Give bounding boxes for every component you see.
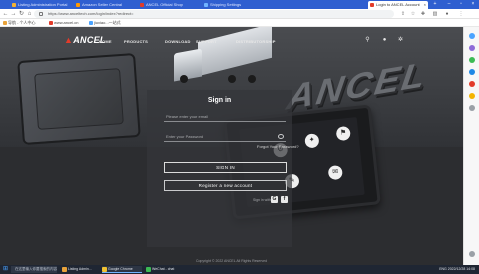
bookmark-icon xyxy=(89,21,93,25)
signin-panel: Sign in Forgot Your Password? SIGN IN Re… xyxy=(147,90,299,247)
profile-icon[interactable]: ● xyxy=(444,11,450,17)
browser-tab[interactable]: ANCEL Official Shop xyxy=(138,1,200,9)
tab-label: Login to ANCEL Account xyxy=(376,2,420,7)
browser-window: Listing Administration Portal Amazon Sel… xyxy=(0,0,479,274)
chrome-icon xyxy=(102,267,107,272)
browser-tab[interactable]: Amazon Seller Central xyxy=(74,1,136,9)
taskbar-app-label: WeChat - chat xyxy=(152,267,175,271)
back-icon[interactable]: ← xyxy=(2,10,9,18)
google-signin-icon[interactable]: G xyxy=(271,196,278,203)
favicon-icon xyxy=(12,3,16,7)
taskbar-app-label: Google Chrome xyxy=(108,267,133,271)
home-icon[interactable]: ⌂ xyxy=(26,10,33,18)
tab-label: Amazon Seller Central xyxy=(82,2,123,7)
sidebar-shopping-icon[interactable] xyxy=(469,45,475,51)
star-icon[interactable]: ☆ xyxy=(410,11,416,17)
browser-tab-active[interactable]: Login to ANCEL Account × xyxy=(368,1,428,9)
register-button[interactable]: Register a new account xyxy=(164,180,287,191)
bookmark-label: www.ancel.cn xyxy=(54,20,79,25)
url-text: https://www.anceltech.com/login/index?re… xyxy=(48,11,134,16)
new-tab-button[interactable]: + xyxy=(429,0,441,9)
app-icon: ✦ xyxy=(304,133,320,149)
footer-copyright: Copyright © 2022 ANCEL All Rights Reserv… xyxy=(195,259,268,263)
sidebar-office-icon[interactable] xyxy=(469,81,475,87)
browser-tab[interactable]: Listing Administration Portal xyxy=(10,1,72,9)
close-window-button[interactable]: × xyxy=(467,0,479,9)
windows-start-icon[interactable]: ⊞ xyxy=(2,266,9,273)
wechat-icon xyxy=(146,267,151,272)
password-field[interactable] xyxy=(164,132,286,142)
sidebar-settings-icon[interactable] xyxy=(469,251,475,257)
nav-download[interactable]: DOWNLOAD xyxy=(165,39,191,44)
lock-icon xyxy=(39,12,43,16)
social-signin-label: Sign in with: xyxy=(253,198,272,202)
bookmark-item[interactable]: jiuxiao...一站式 xyxy=(88,20,121,26)
bookmark-label: jiuxiao...一站式 xyxy=(94,20,121,25)
extension-icon[interactable]: ✚ xyxy=(420,11,426,17)
app-icon xyxy=(62,267,67,272)
favicon-icon xyxy=(370,3,374,7)
forward-icon[interactable]: → xyxy=(10,10,17,18)
password-input[interactable] xyxy=(166,132,286,141)
app-icon: ✉ xyxy=(327,164,343,181)
nav-distributorship[interactable]: DISTRIBUTORSHIP xyxy=(236,39,276,44)
favicon-icon xyxy=(140,3,144,7)
url-field[interactable]: https://www.anceltech.com/login/index?re… xyxy=(34,10,394,18)
show-password-icon[interactable] xyxy=(278,134,284,139)
browser-sidebar xyxy=(463,27,479,265)
sidebar-games-icon[interactable] xyxy=(469,69,475,75)
facebook-signin-icon[interactable]: f xyxy=(281,196,288,203)
app-icon: ⚑ xyxy=(335,125,351,142)
share-icon[interactable]: ⇪ xyxy=(400,11,406,17)
nav-home[interactable]: HOME xyxy=(99,39,112,44)
browser-tab[interactable]: Shipping Settings xyxy=(202,1,264,9)
logo-mark: ▲ xyxy=(64,35,74,45)
sidebar-add-icon[interactable] xyxy=(469,105,475,111)
taskbar-search[interactable]: 在这里输入你要搜索的内容 xyxy=(11,266,57,273)
taskbar-app-label: Listing Admin... xyxy=(68,267,92,271)
menu-icon[interactable]: ⋮ xyxy=(458,11,464,17)
taskbar-app[interactable]: WeChat - chat xyxy=(146,266,184,273)
email-input[interactable] xyxy=(166,112,286,121)
tab-label: Listing Administration Portal xyxy=(18,2,68,7)
address-bar-row: ← → ↻ ⌂ https://www.anceltech.com/login/… xyxy=(0,9,479,19)
bookmark-item[interactable]: 导航 - 个人中心 xyxy=(2,20,36,26)
nav-support[interactable]: SUPPORT xyxy=(196,39,217,44)
reload-icon[interactable]: ↻ xyxy=(18,10,25,18)
taskbar-app[interactable]: Google Chrome xyxy=(102,266,142,273)
favicon-icon xyxy=(76,3,80,7)
bookmark-icon xyxy=(49,21,53,25)
tab-strip: Listing Administration Portal Amazon Sel… xyxy=(0,0,479,9)
search-icon[interactable]: ⚲ xyxy=(364,37,371,44)
system-tray[interactable]: ENG 2022/12/28 14:08 xyxy=(439,266,475,273)
sidebar-toggle-icon[interactable]: ▥ xyxy=(432,11,438,17)
favicon-icon xyxy=(204,3,208,7)
sidebar-outlook-icon[interactable] xyxy=(469,93,475,99)
maximize-button[interactable]: ▫ xyxy=(455,0,467,9)
user-icon[interactable]: ● xyxy=(381,37,388,44)
bookmark-icon xyxy=(3,21,7,25)
bookmark-item[interactable]: www.ancel.cn xyxy=(48,20,78,26)
settings-icon[interactable]: ✲ xyxy=(397,37,404,44)
product-image-tablet xyxy=(17,52,141,146)
forgot-password-link[interactable]: Forgot Your Password? xyxy=(257,144,299,149)
tab-label: ANCEL Official Shop xyxy=(146,2,183,7)
signin-title: Sign in xyxy=(207,97,232,104)
sidebar-tools-icon[interactable] xyxy=(469,57,475,63)
taskbar-app[interactable]: Listing Admin... xyxy=(62,266,100,273)
webpage: ANCEL ⚙ ✦ ⚑ ✎ ✉ ▲ANCEL HOME PRODUCTS DOW… xyxy=(0,27,463,265)
minimize-button[interactable]: – xyxy=(443,0,455,9)
bookmark-label: 导航 - 个人中心 xyxy=(8,20,36,25)
nav-products[interactable]: PRODUCTS xyxy=(124,39,148,44)
tab-label: Shipping Settings xyxy=(210,2,242,7)
taskbar: ⊞ 在这里输入你要搜索的内容 Listing Admin... Google C… xyxy=(0,265,479,274)
email-field[interactable] xyxy=(164,112,286,122)
signin-button[interactable]: SIGN IN xyxy=(164,162,287,173)
sidebar-search-icon[interactable] xyxy=(469,33,475,39)
bookmarks-bar: 导航 - 个人中心 www.ancel.cn jiuxiao...一站式 xyxy=(0,19,479,27)
site-header: ▲ANCEL HOME PRODUCTS DOWNLOAD SUPPORT DI… xyxy=(0,27,463,53)
close-tab-icon[interactable]: × xyxy=(424,1,426,9)
